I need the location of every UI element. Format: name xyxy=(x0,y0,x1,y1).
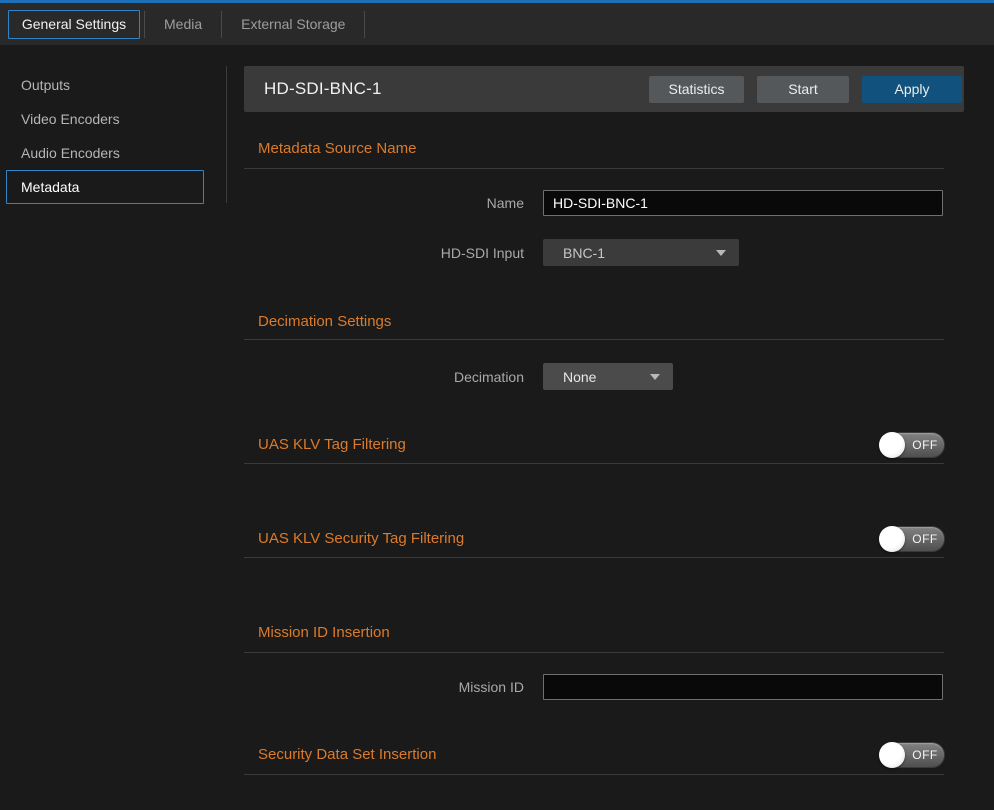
name-row: Name xyxy=(244,190,964,216)
tab-divider xyxy=(221,11,222,38)
section-title-security-data-set-insertion: Security Data Set Insertion xyxy=(258,741,436,768)
security-data-set-insertion-header: Security Data Set Insertion OFF xyxy=(244,741,964,768)
section-title-metadata-source-name: Metadata Source Name xyxy=(258,140,964,158)
decimation-label: Decimation xyxy=(244,369,524,385)
section-title-uas-klv-tag-filtering: UAS KLV Tag Filtering xyxy=(258,431,406,458)
panel-header: HD-SDI-BNC-1 Statistics Start Apply xyxy=(244,66,964,112)
uas-klv-tag-filtering-toggle[interactable]: OFF xyxy=(879,432,945,458)
hd-sdi-input-row: HD-SDI Input BNC-1 xyxy=(244,239,964,266)
hd-sdi-input-label: HD-SDI Input xyxy=(244,245,524,261)
top-tab-bar: General Settings Media External Storage xyxy=(0,0,994,45)
panel-actions: Statistics Start Apply xyxy=(649,76,962,103)
mission-id-input[interactable] xyxy=(543,674,943,700)
sidebar-vertical-divider xyxy=(226,66,227,203)
tab-divider xyxy=(144,11,145,38)
uas-klv-security-tag-filtering-toggle[interactable]: OFF xyxy=(879,526,945,552)
toggle-knob xyxy=(879,526,905,552)
chevron-down-icon xyxy=(716,250,726,256)
toggle-state-label: OFF xyxy=(906,433,944,457)
uas-klv-security-tag-filtering-header: UAS KLV Security Tag Filtering OFF xyxy=(244,525,964,552)
sidebar-item-outputs[interactable]: Outputs xyxy=(6,68,204,102)
tab-external-storage[interactable]: External Storage xyxy=(223,3,363,45)
name-input[interactable] xyxy=(543,190,943,216)
security-data-set-insertion-toggle[interactable]: OFF xyxy=(879,742,945,768)
decimation-selected-value: None xyxy=(563,369,596,385)
statistics-button[interactable]: Statistics xyxy=(649,76,744,103)
section-divider xyxy=(244,774,944,775)
app-root: General Settings Media External Storage … xyxy=(0,0,994,810)
decimation-row: Decimation None xyxy=(244,363,964,390)
section-title-mission-id-insertion: Mission ID Insertion xyxy=(258,624,964,642)
section-divider xyxy=(244,557,944,558)
section-title-uas-klv-security-tag-filtering: UAS KLV Security Tag Filtering xyxy=(258,525,464,552)
sidebar-nav: Outputs Video Encoders Audio Encoders Me… xyxy=(6,68,204,204)
uas-klv-tag-filtering-header: UAS KLV Tag Filtering OFF xyxy=(244,431,964,458)
tab-general-settings[interactable]: General Settings xyxy=(8,10,140,39)
tab-divider xyxy=(364,11,365,38)
section-divider xyxy=(244,168,944,169)
hd-sdi-input-select[interactable]: BNC-1 xyxy=(543,239,739,266)
hd-sdi-input-selected-value: BNC-1 xyxy=(563,245,605,261)
toggle-knob xyxy=(879,742,905,768)
toggle-knob xyxy=(879,432,905,458)
tab-media[interactable]: Media xyxy=(146,3,220,45)
chevron-down-icon xyxy=(650,374,660,380)
mission-id-label: Mission ID xyxy=(244,679,524,695)
sidebar-item-audio-encoders[interactable]: Audio Encoders xyxy=(6,136,204,170)
page-title: HD-SDI-BNC-1 xyxy=(264,79,382,99)
apply-button[interactable]: Apply xyxy=(862,76,962,103)
start-button[interactable]: Start xyxy=(757,76,849,103)
decimation-select[interactable]: None xyxy=(543,363,673,390)
sidebar-item-metadata[interactable]: Metadata xyxy=(6,170,204,204)
toggle-state-label: OFF xyxy=(906,527,944,551)
section-title-decimation-settings: Decimation Settings xyxy=(258,313,964,331)
toggle-state-label: OFF xyxy=(906,743,944,767)
main-panel: HD-SDI-BNC-1 Statistics Start Apply Meta… xyxy=(244,66,964,775)
sidebar-item-video-encoders[interactable]: Video Encoders xyxy=(6,102,204,136)
section-divider xyxy=(244,463,944,464)
name-label: Name xyxy=(244,195,524,211)
mission-id-row: Mission ID xyxy=(244,674,964,700)
section-divider xyxy=(244,652,944,653)
section-divider xyxy=(244,339,944,340)
